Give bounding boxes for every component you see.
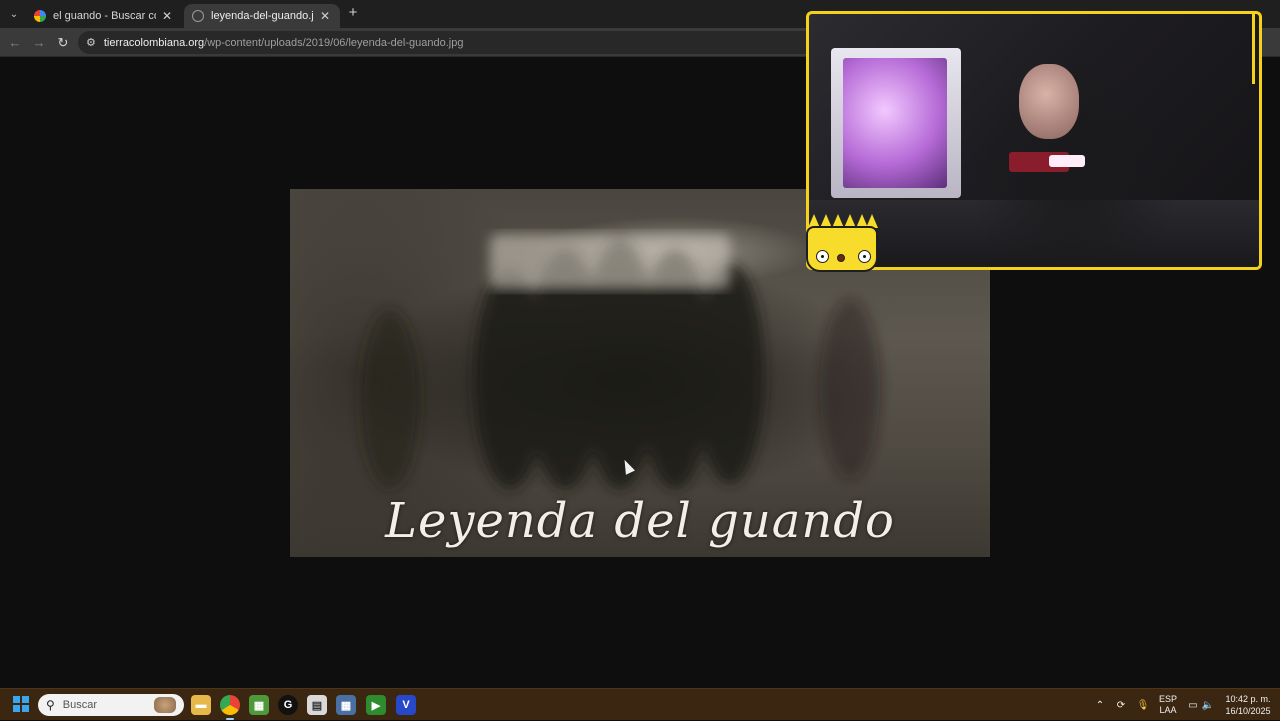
vegas-icon[interactable]: V: [396, 695, 416, 715]
search-icon: ⚲: [46, 698, 55, 712]
search-highlight-icon: [154, 697, 176, 713]
microphone-icon[interactable]: 🎙: [1135, 689, 1151, 721]
sync-icon[interactable]: ⟳: [1113, 689, 1129, 721]
calculator-icon[interactable]: ▦: [336, 695, 356, 715]
pc-glass-panel: [843, 58, 947, 188]
app-window-icon[interactable]: ▤: [307, 695, 327, 715]
show-hidden-icons-chevron-icon[interactable]: ⌃: [1092, 689, 1108, 721]
new-tab-plus-icon[interactable]: +: [345, 5, 361, 21]
file-explorer-icon[interactable]: ▬: [191, 695, 211, 715]
url-path: /wp-content/uploads/2019/06/leyenda-del-…: [204, 36, 464, 49]
language-bottom: LAA: [1159, 705, 1177, 715]
windows-start-icon[interactable]: [13, 696, 29, 712]
language-indicator[interactable]: ESP LAA: [1156, 689, 1180, 721]
minecraft-icon[interactable]: ▦: [249, 695, 269, 715]
image-caption: Leyenda del guando: [385, 493, 895, 549]
light-bar: [1049, 155, 1085, 167]
streamer-face: [1019, 64, 1079, 139]
chrome-icon[interactable]: [220, 695, 240, 720]
clock-date: 16/10/2025: [1225, 706, 1271, 716]
frame-corner-accent: [1252, 14, 1259, 84]
google-g-icon: [34, 10, 46, 22]
tab-leyenda-image[interactable]: leyenda-del-guando.jpg (600× ✕: [184, 4, 340, 28]
tab-title: el guando - Buscar con Google: [53, 10, 156, 22]
cartoon-mascot-icon: [800, 214, 884, 272]
language-top: ESP: [1158, 694, 1177, 704]
tab-search-chevron-icon[interactable]: ⌄: [4, 4, 24, 24]
media-player-icon[interactable]: ▶: [366, 695, 386, 715]
url-host: tierracolombiana.org: [103, 36, 205, 49]
search-placeholder: Buscar: [62, 699, 98, 711]
taskbar-search[interactable]: ⚲ Buscar: [38, 694, 184, 716]
tab-google-search[interactable]: el guando - Buscar con Google ✕: [26, 4, 182, 28]
close-icon[interactable]: ✕: [160, 9, 174, 23]
close-icon[interactable]: ✕: [318, 9, 332, 23]
tab-title: leyenda-del-guando.jpg (600×: [211, 10, 314, 22]
site-info-icon[interactable]: ⚙: [86, 36, 96, 49]
logitech-g-hub-icon[interactable]: G: [278, 695, 298, 715]
address-bar[interactable]: ⚙ tierracolombiana.org/wp-content/upload…: [78, 31, 818, 54]
reload-icon[interactable]: ↻: [54, 34, 72, 52]
forward-arrow-icon[interactable]: →: [30, 34, 48, 52]
volume-icon[interactable]: 🔈: [1201, 689, 1215, 721]
back-arrow-icon[interactable]: ←: [6, 34, 24, 52]
network-icon[interactable]: ▭: [1186, 689, 1200, 721]
globe-icon: [192, 10, 204, 22]
taskbar: ⚲ Buscar ▬ ▦ G ▤ ▦ ▶ V ⌃ ⟳ 🎙 ESP LAA ▭ 🔈…: [0, 688, 1280, 720]
clock[interactable]: 10:42 p. m. 16/10/2025: [1220, 689, 1276, 721]
clock-time: 10:42 p. m.: [1225, 694, 1271, 704]
